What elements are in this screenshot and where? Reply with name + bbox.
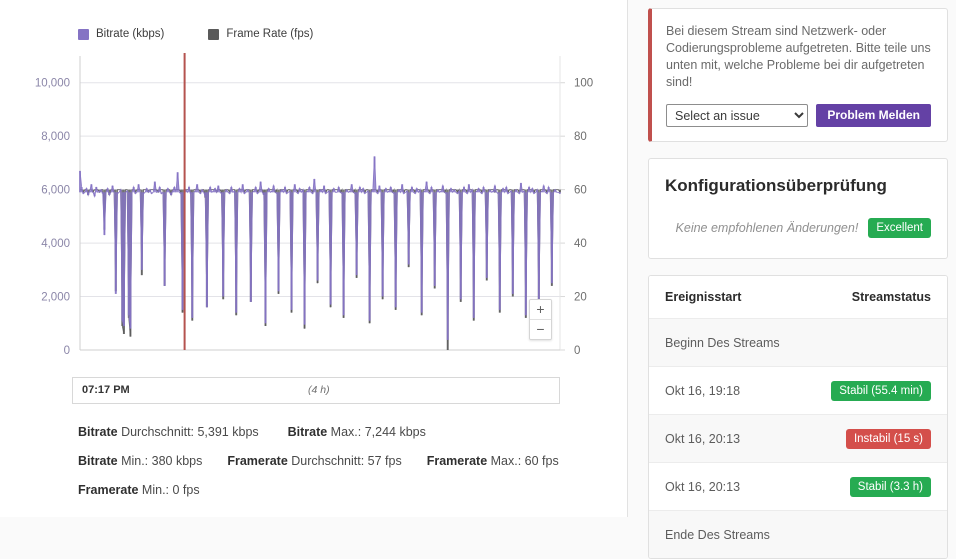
stat-framerate-max: Framerate Max.: 60 fps [427, 447, 559, 476]
stat-bitrate-max-value: Max.: 7,244 kbps [327, 425, 426, 439]
y-axis-tick-right: 0 [574, 345, 580, 357]
legend-label-framerate: Frame Rate (fps) [226, 28, 314, 40]
event-time: Okt 16, 20:13 [665, 431, 741, 446]
stat-line-3: Framerate Min.: 0 fps [78, 476, 608, 505]
configuration-status-badge: Excellent [868, 218, 931, 238]
range-start-time: 07:17 PM [82, 384, 130, 396]
y-axis-tick-right: 40 [574, 238, 587, 250]
stat-bitrate-average-value: Durchschnitt: 5,391 kbps [117, 425, 259, 439]
report-problem-button[interactable]: Problem Melden [816, 104, 931, 127]
time-range-selector[interactable]: 07:17 PM (4 h) [72, 377, 560, 404]
configuration-check-message: Keine empfohlenen Änderungen! [675, 221, 859, 235]
stat-framerate-average-key: Framerate [227, 454, 288, 468]
y-axis-tick-right: 100 [574, 78, 593, 90]
status-badge: Stabil (3.3 h) [849, 476, 931, 497]
zoom-out-button[interactable]: − [530, 320, 551, 339]
chart-zoom-controls[interactable]: + − [529, 299, 552, 340]
y-axis-tick-right: 60 [574, 185, 587, 197]
y-axis-tick-right: 20 [574, 292, 587, 304]
stat-bitrate-min-key: Bitrate [78, 454, 118, 468]
table-row: Okt 16, 20:13 Stabil (3.3 h) [649, 462, 947, 510]
table-row: Okt 16, 19:18 Stabil (55.4 min) [649, 366, 947, 414]
issue-select[interactable]: Select an issue [666, 104, 809, 127]
table-row: Okt 16, 20:13 Instabil (15 s) [649, 414, 947, 462]
legend-swatch-bitrate [78, 28, 89, 40]
y-axis-tick-left: 10,000 [35, 78, 70, 90]
legend-item-framerate: Frame Rate (fps) [208, 28, 313, 40]
alert-controls: Select an issue Problem Melden [666, 104, 931, 127]
stat-bitrate-max-key: Bitrate [287, 425, 328, 439]
stat-framerate-max-value: Max.: 60 fps [487, 454, 559, 468]
y-axis-tick-left: 6,000 [41, 185, 70, 197]
stat-bitrate-average-key: Bitrate [78, 425, 118, 439]
legend-item-bitrate: Bitrate (kbps) [78, 28, 164, 40]
events-column-status: Streamstatus [851, 290, 931, 304]
stat-bitrate-max: Bitrate Max.: 7,244 kbps [288, 418, 426, 447]
stat-framerate-min-key: Framerate [78, 483, 139, 497]
legend-swatch-framerate [208, 28, 220, 40]
stat-framerate-min-value: Min.: 0 fps [138, 483, 200, 497]
stat-framerate-min: Framerate Min.: 0 fps [78, 476, 200, 505]
stat-bitrate-min: Bitrate Min.: 380 kbps [78, 447, 202, 476]
series-bitrate [78, 156, 562, 340]
event-time: Ende Des Streams [665, 527, 770, 542]
events-table-body: Beginn Des Streams Okt 16, 19:18 Stabil (5… [649, 318, 947, 558]
alert-message: Bei diesem Stream sind Netzwerk- oder Co… [666, 24, 931, 89]
stat-line-1: Bitrate Durchschnitt: 5,391 kbps Bitrate… [78, 418, 608, 447]
events-table: Ereignisstart Streamstatus Beginn Des St… [648, 275, 948, 559]
stat-bitrate-min-value: Min.: 380 kbps [117, 454, 203, 468]
stat-framerate-average: Framerate Durchschnitt: 57 fps [227, 447, 401, 476]
event-time: Beginn Des Streams [665, 335, 780, 350]
event-time: Okt 16, 20:13 [665, 479, 741, 494]
y-axis-tick-left: 2,000 [41, 292, 70, 304]
zoom-in-button[interactable]: + [530, 300, 551, 320]
y-axis-tick-left: 8,000 [41, 131, 70, 143]
y-axis-tick-left: 0 [64, 345, 70, 357]
stat-framerate-max-key: Framerate [426, 454, 488, 468]
status-badge: Instabil (15 s) [845, 428, 931, 449]
configuration-check-card: Konfigurationsüberprüfung Keine empfohle… [648, 158, 948, 259]
stat-framerate-average-value: Durchschnitt: 57 fps [287, 454, 402, 468]
event-time: Okt 16, 19:18 [665, 383, 741, 398]
y-axis-tick-right: 80 [574, 131, 587, 143]
chart-statistics: Bitrate Durchschnitt: 5,391 kbps Bitrate… [78, 418, 608, 505]
events-table-header: Ereignisstart Streamstatus [649, 276, 947, 318]
stream-health-dashboard: Bitrate (kbps) Frame Rate (fps) 0 2,000 4,… [0, 0, 956, 559]
chart-panel: Bitrate (kbps) Frame Rate (fps) 0 2,000 4,… [0, 0, 628, 517]
stream-issue-alert: Bei diesem Stream sind Netzwerk- oder Co… [648, 8, 948, 142]
side-panel: Bei diesem Stream sind Netzwerk- oder Co… [628, 0, 956, 559]
events-column-time: Ereignisstart [665, 290, 742, 304]
chart-legend: Bitrate (kbps) Frame Rate (fps) [78, 28, 313, 40]
legend-label-bitrate: Bitrate (kbps) [96, 28, 165, 40]
stat-bitrate-average: Bitrate Durchschnitt: 5,391 kbps [78, 418, 259, 447]
y-axis-tick-left: 4,000 [41, 238, 70, 250]
table-row: Beginn Des Streams [649, 318, 947, 366]
status-badge: Stabil (55.4 min) [831, 380, 931, 401]
configuration-check-title: Konfigurationsüberprüfung [665, 176, 887, 195]
table-row: Ende Des Streams [649, 510, 947, 558]
stat-line-2: Bitrate Min.: 380 kbps Framerate Durchsc… [78, 447, 608, 476]
configuration-check-row: Keine empfohlenen Änderungen! Excellent [665, 218, 931, 238]
range-duration: (4 h) [308, 384, 330, 396]
